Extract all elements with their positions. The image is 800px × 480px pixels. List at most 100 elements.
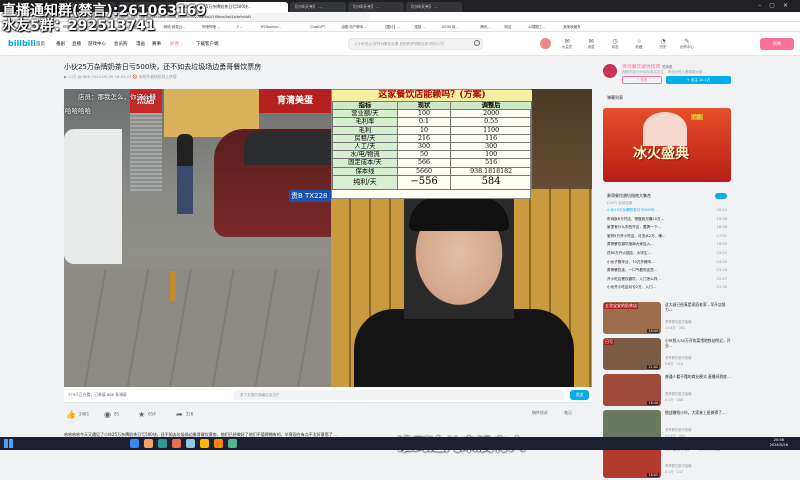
thumb-up-button[interactable]: 👍 2461 (66, 410, 89, 419)
bookmark-item[interactable]: 【图片】... (383, 23, 400, 31)
nav-item[interactable]: 下载客户端 (196, 41, 219, 47)
collection-item-duration: 11:30 (716, 285, 727, 290)
video-duration: 21:02 (647, 365, 659, 369)
autoplay-toggle[interactable] (715, 193, 727, 199)
taskbar-app-icon[interactable] (200, 439, 209, 448)
taskbar-app-icon[interactable] (144, 439, 153, 448)
right-action-0[interactable]: 稿件投诉 (532, 410, 548, 416)
charge-button[interactable]: ⚡ 充电 (622, 76, 662, 84)
collection-item[interactable]: 花60万开火锅店，大学生... 15:22 (607, 251, 727, 256)
video-thumbnail: 五花宝安的奶茶店 19:45 (603, 302, 661, 334)
bookmark-item[interactable]: Y ... (237, 23, 244, 31)
recommended-video[interactable]: 五花宝安的奶茶店 19:45 这大叔已经真是家庭老家...早开店努力... 勇哥餐饮避… (603, 302, 731, 336)
message-link[interactable]: 发消息 (662, 65, 673, 69)
browser-tab[interactable]: 【小伙天寺】 ... (406, 2, 462, 12)
avatar[interactable] (540, 38, 551, 49)
collection-item-duration: 17:31 (716, 233, 727, 238)
ad-banner[interactable]: 广告 冰火盛典 (603, 108, 731, 182)
header-icon-label: 历史 (659, 45, 667, 49)
windows-start-icon[interactable] (4, 439, 13, 448)
upload-button[interactable]: 投稿 (760, 38, 794, 50)
table-header-cell: 现状 (396, 100, 452, 111)
header-glyph-icon: ✉ (564, 38, 570, 45)
table-cell: 1100 (450, 125, 532, 135)
header-icon-2[interactable]: ◷ 动态 (604, 38, 626, 50)
share-button[interactable]: ➦ 326 (176, 410, 193, 419)
collection-item[interactable]: 勇哥餐饮避坑指南大家加入... 16:09 (607, 242, 727, 247)
bookmark-item[interactable]: RSToolbar... (261, 23, 281, 31)
collection-title[interactable]: 勇哥餐饮避坑指南大集合 (607, 193, 651, 199)
collection-item[interactable]: 家里有什么东西开店，要搞一个... 18:28 (607, 225, 727, 230)
header-icon-5[interactable]: ✎ 创作中心 (676, 38, 698, 50)
video-uploader: 勇哥餐饮避坑指南 (665, 392, 692, 396)
collection-item[interactable]: 开小吃店餐饮避坑，入门怎么样... 12:47 (607, 277, 727, 282)
search-input[interactable]: 儿十秒边以-好好对象初反看 赶回有梦想到目到 的内人付 (348, 38, 483, 50)
nav-item[interactable]: 番剧 (56, 41, 65, 47)
nav-item[interactable]: 赛事 (152, 41, 161, 47)
bookmark-item[interactable]: 其他收藏夹 (563, 23, 581, 31)
collection-item[interactable]: 杀鸡饭6万开店，想做到月赚10万... 19:46 (607, 217, 727, 222)
video-title: 普通人看不懂的商业模式 直播间到底… (665, 374, 731, 379)
thumbnail-caption: 五花宝安的奶茶店 (604, 303, 638, 309)
danmaku-input[interactable]: 发个友善的弹幕见证当下 (234, 390, 564, 400)
collection-item[interactable]: 小伙25万杂牌奶茶日亏500块... 20:12 (607, 208, 727, 213)
collection-item-title: 勇哥餐饮避坑指南大家加入... (607, 242, 654, 247)
taskbar-app-icon[interactable] (228, 439, 237, 448)
table-cell: 房租/天 (332, 133, 398, 144)
collection-item[interactable]: 小伙开小吃店月亏2万，入门... 11:30 (607, 285, 727, 290)
nav-item[interactable]: 会员购 (114, 41, 128, 47)
bookmark-item[interactable]: 网站 (504, 23, 511, 31)
taskbar-app-icon[interactable] (172, 439, 181, 448)
nav-item[interactable]: 直播 (72, 41, 81, 47)
collection-item[interactable]: 小伙子刚毕业，70万开烤肉... 14:55 (607, 260, 727, 265)
taskbar-app-icon[interactable] (130, 439, 139, 448)
table-header-cell: 指标 (332, 100, 398, 111)
bookmark-item[interactable]: JSON 到... (442, 23, 459, 31)
collection-item[interactable]: 宝妈5万开小吃店，月流水2万，赚... 17:31 (607, 234, 727, 239)
header-icon-3[interactable]: ☆ 收藏 (628, 38, 650, 50)
uploader-name[interactable]: 勇哥餐饮避坑指南 发消息 (622, 63, 672, 70)
bilibili-logo[interactable]: bilibili (8, 39, 36, 48)
coin-button[interactable]: ◉ 85 (104, 410, 119, 419)
danmaku-list-toggle[interactable]: 弹幕列表 (603, 92, 731, 103)
video-caption-top: 店员：那我怎么，你这么赚 (78, 93, 156, 101)
nav-item[interactable]: 漫画 (136, 41, 145, 47)
collection-item-title: 小伙开小吃店月亏2万，入门... (607, 285, 656, 290)
bookmark-item[interactable]: 腾讯... (480, 23, 490, 31)
right-action-1[interactable]: 笔记 (564, 410, 572, 416)
recommended-video[interactable]: 18:05两口去做早餐，一个月可以拿到多少...勇哥餐饮避坑指南8.1万 · 1… (603, 446, 731, 480)
video-duration: 19:45 (647, 329, 659, 333)
table-cell: 2000 (450, 109, 532, 119)
bookmark-item[interactable]: 网络·网易云... (164, 23, 186, 31)
star-button[interactable]: ★ 654 (138, 410, 156, 419)
browser-tab[interactable]: 【小伙天寺】 ... (348, 2, 404, 12)
bookmark-item[interactable]: 哔哩哔哩 ... (202, 23, 220, 31)
bookmark-item[interactable]: AI搜图工... (528, 23, 545, 31)
browser-tab[interactable]: 【小伙天寺】 ... (290, 2, 346, 12)
taskbar-app-icon[interactable] (186, 439, 195, 448)
header-icon-0[interactable]: ✉ 大会员 (556, 38, 578, 50)
collection-item[interactable]: 勇哥餐饮走，一口气看完这些... 13:18 (607, 268, 727, 273)
taskbar-app-icon[interactable] (158, 439, 167, 448)
header-icon-label: 消息 (587, 45, 595, 49)
bookmark-item[interactable]: 搜狐 ... (414, 23, 425, 31)
nav-item[interactable]: 游戏中心 (88, 41, 106, 47)
nav-item[interactable]: 首页 (36, 41, 45, 47)
table-cell: 毛利率 (332, 117, 398, 127)
search-icon[interactable] (474, 40, 480, 46)
bookmark-item[interactable]: ChatGPT (310, 23, 325, 31)
taskbar-app-icon[interactable] (214, 439, 223, 448)
recommended-video[interactable]: 16:40 普通人看不懂的商业模式 直播间到底… 勇哥餐饮避坑指南 6.3万 · 18… (603, 374, 731, 408)
header-icon-4[interactable]: ◔ 历史 (652, 38, 674, 50)
recommended-video[interactable]: 日亏 21:02 小伙投入30万开的菜馆地铁站附近，开业... 勇哥餐饮避坑指南 9.6… (603, 338, 731, 372)
bookmark-item[interactable]: 油猴·用户脚本... (341, 23, 366, 31)
uploader-avatar[interactable] (603, 64, 617, 78)
collection-item-title: 开小吃店餐饮避坑，入门怎么样... (607, 276, 661, 281)
video-player[interactable]: 杰店 育清美蛋 贵B TX228 店员：那我怎么，你这么赚 哈哈哈哈 这家餐饮店… (64, 89, 592, 454)
follow-button[interactable]: + 关注 10.1万 (666, 76, 731, 84)
header-icon-1[interactable]: ✉ 消息 (580, 38, 602, 50)
window-controls[interactable]: –▢✕ (758, 2, 796, 9)
thumb-up-icon: 👍 (66, 410, 76, 419)
nav-item[interactable]: 新春 (170, 41, 179, 47)
danmaku-send-button[interactable]: 发送 (570, 390, 589, 400)
